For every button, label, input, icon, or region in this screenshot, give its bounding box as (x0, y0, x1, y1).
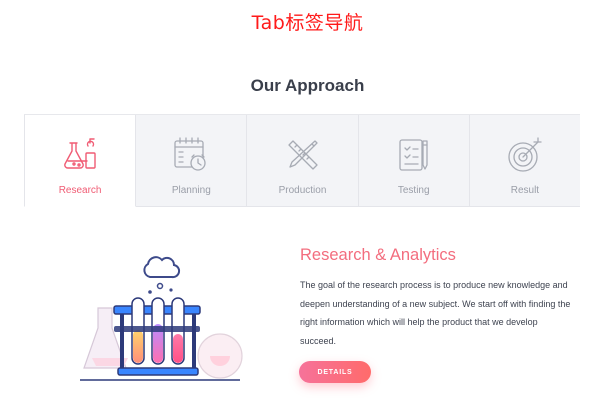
tab-label-result: Result (510, 185, 540, 196)
section-title: Our Approach (250, 76, 365, 95)
page-banner-title: Tab标签导航 (251, 12, 364, 34)
tab-research[interactable]: Research (24, 115, 137, 207)
panel-title: Research & Analytics (300, 246, 456, 264)
target-icon (508, 137, 542, 172)
tab-label-research: Research (58, 185, 102, 196)
tab-bar: Research Planning Production Testing Res… (24, 114, 581, 207)
research-lab-icon (64, 138, 96, 169)
tab-production[interactable]: Production (247, 115, 359, 207)
tab-label-testing: Testing (397, 185, 430, 196)
details-button[interactable]: DETAILS (299, 361, 371, 383)
tab-testing[interactable]: Testing (358, 115, 470, 207)
checklist-pen-icon (399, 139, 428, 171)
pencil-ruler-icon (287, 140, 318, 170)
tab-result[interactable]: Result (469, 115, 581, 207)
tab-label-production: Production (278, 185, 327, 196)
test-tubes-illustration (80, 256, 243, 381)
tab-label-planning: Planning (171, 185, 211, 196)
calendar-clock-icon (174, 137, 206, 171)
tab-planning[interactable]: Planning (136, 115, 248, 207)
panel-body-text: The goal of the research process is to p… (300, 280, 571, 346)
